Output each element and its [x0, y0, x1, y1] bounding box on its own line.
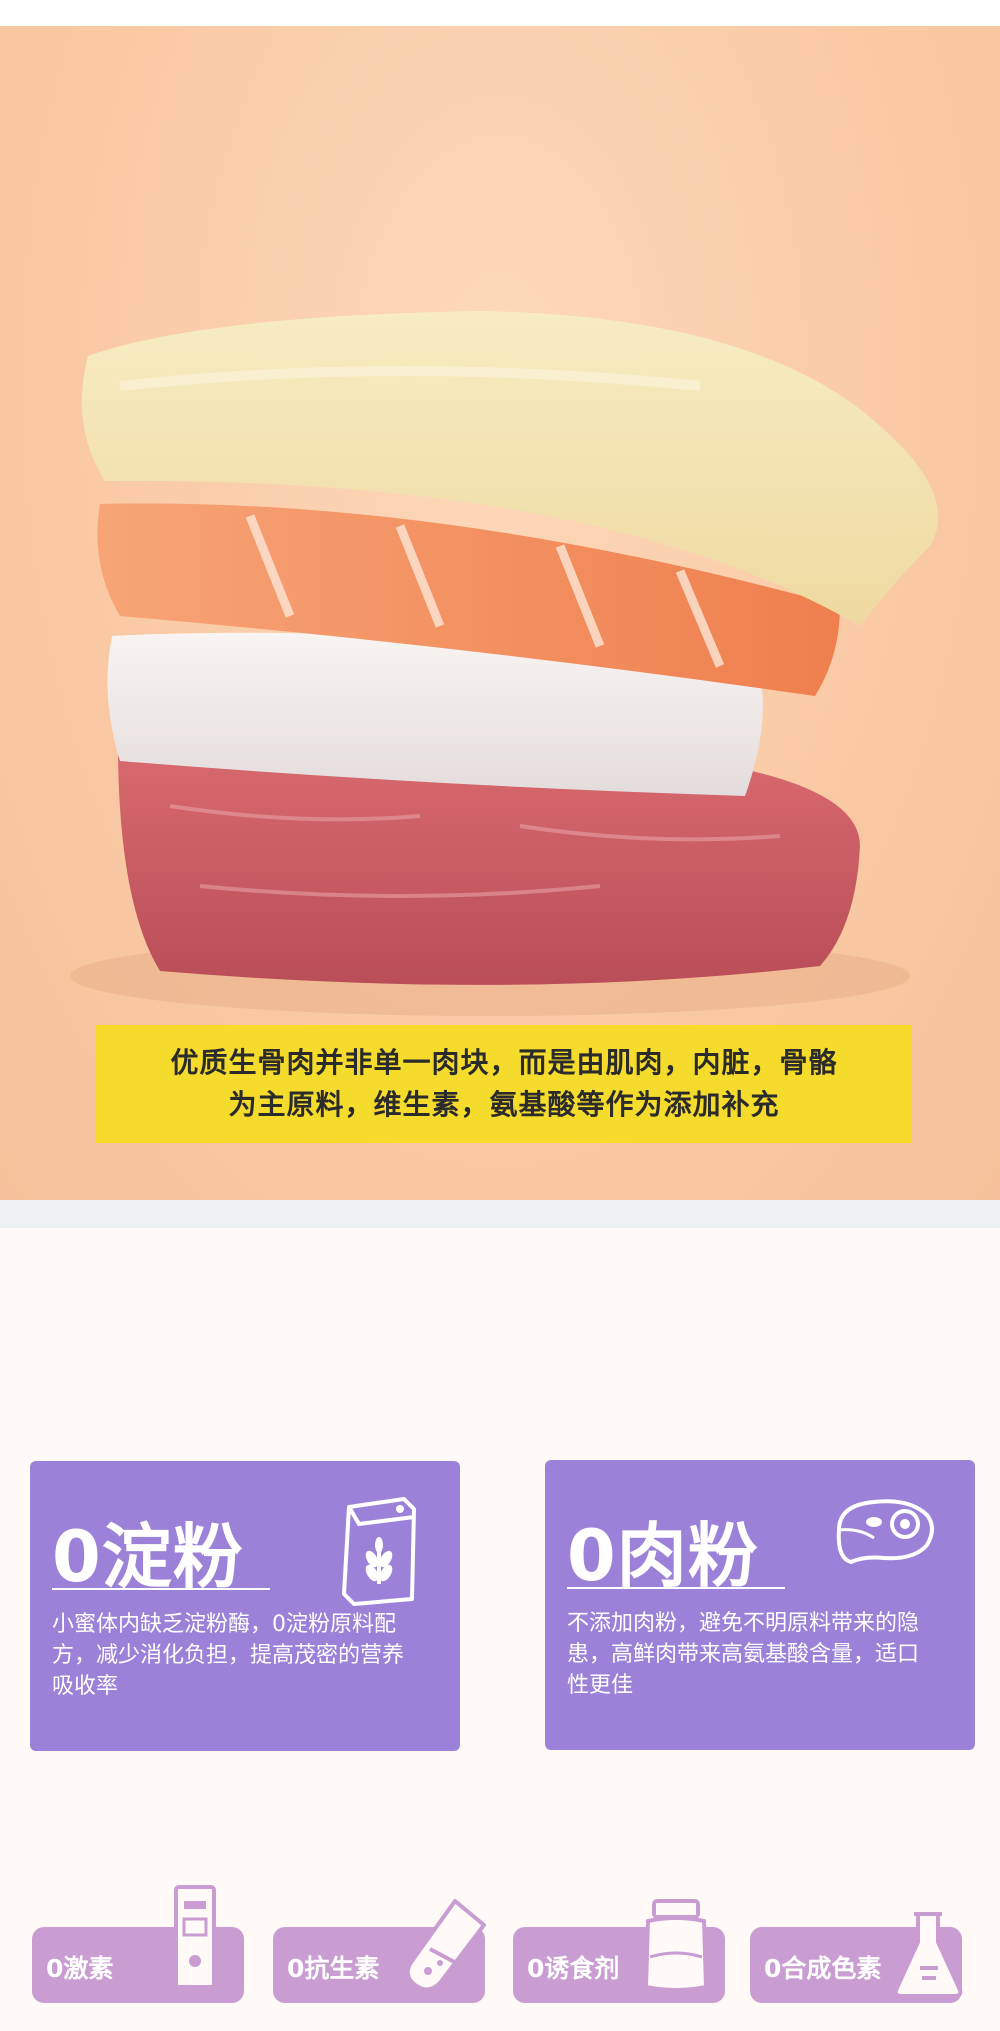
hero-section: 优质生骨肉并非单一肉块，而是由肌肉，内脏，骨骼 为主原料，维生素，氨基酸等作为添…: [0, 0, 1000, 1228]
caption-line-1: 优质生骨肉并非单一肉块，而是由肌肉，内脏，骨骼: [170, 1046, 838, 1079]
badge-label: 0激素: [46, 1954, 114, 1983]
jar-icon: [636, 1897, 716, 2001]
test-strip-icon: [170, 1883, 220, 1997]
card-title: 0淀粉: [52, 1516, 244, 1598]
steak-icon: [829, 1490, 939, 1574]
no-starch-card: 0淀粉 小蜜体内缺乏淀粉酶，0淀粉原料配方，减少消化负担，提高茂密的营养吸收率: [30, 1461, 460, 1751]
card-divider: [52, 1588, 270, 1590]
card-title: 0肉粉: [567, 1515, 759, 1597]
card-divider: [567, 1587, 785, 1589]
caption-banner: 优质生骨肉并非单一肉块，而是由肌肉，内脏，骨骼 为主原料，维生素，氨基酸等作为添…: [96, 1025, 912, 1143]
badge-label: 0合成色素: [764, 1954, 882, 1983]
meat-stack-illustration: [70, 311, 939, 1016]
flask-icon: [888, 1908, 968, 2004]
raw-meat-photo: [0, 26, 1000, 1200]
card-description: 不添加肉粉，避免不明原料带来的隐患，高鲜肉带来高氨基酸含量，适口性更佳: [567, 1611, 920, 1698]
section-divider: [0, 1200, 1000, 1228]
card-description: 小蜜体内缺乏淀粉酶，0淀粉原料配方，减少消化负担，提高茂密的营养吸收率: [52, 1612, 405, 1699]
grain-bag-icon: [334, 1489, 424, 1613]
test-tube-icon: [400, 1895, 490, 1999]
no-meat-powder-card: 0肉粉 不添加肉粉，避免不明原料带来的隐患，高鲜肉带来高氨基酸含量，适口性更佳: [545, 1460, 975, 1750]
badge-label: 0抗生素: [287, 1954, 380, 1983]
caption-line-2: 为主原料，维生素，氨基酸等作为添加补充: [228, 1088, 780, 1121]
badge-label: 0诱食剂: [527, 1954, 620, 1983]
